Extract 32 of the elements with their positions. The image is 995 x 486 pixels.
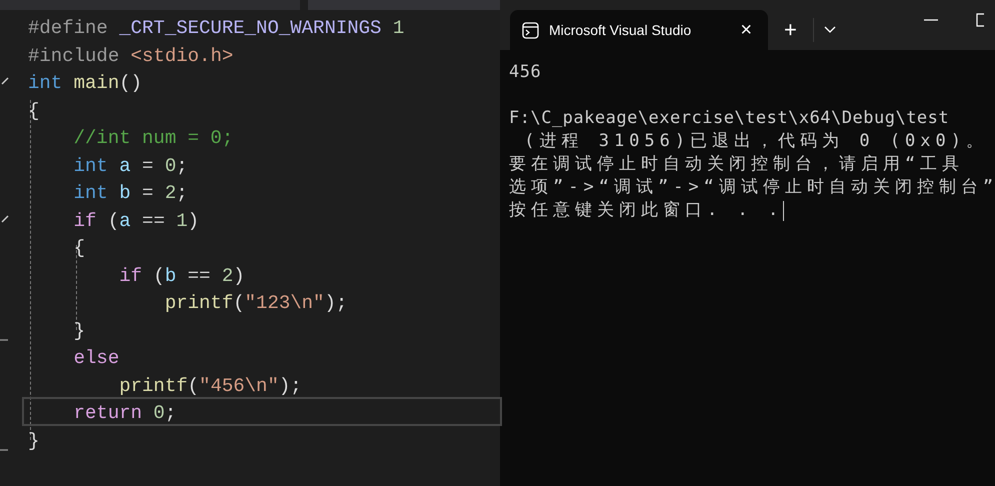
code-line: int b = 2; [72,181,189,206]
code-line: int main() [27,71,144,96]
close-tab-button[interactable]: × [736,20,756,40]
console-line: F:\C_pakeage\exercise\test\x64\Debug\test [509,107,950,130]
tab-title: Microsoft Visual Studio [549,20,692,40]
code-line: #include <stdio.h> [27,44,234,68]
new-tab-button[interactable]: + [768,19,813,41]
console-line: 456 [509,61,542,84]
code-line: if (a == 1) [72,208,200,233]
collapse-icon[interactable] [1,77,9,85]
code-line: #define _CRT_SECURE_NO_WARNINGS 1 [27,16,406,40]
console-icon [522,22,539,38]
code-line: else [72,346,120,370]
console-line: (进程 31056)已退出，代码为 0 (0x0)。 [523,130,988,153]
code-line: printf("123\n"); [164,291,348,316]
text-cursor [783,200,784,220]
code-line: { [27,98,40,123]
code-line: printf("456\n"); [118,374,303,398]
console-line: 按任意键关闭此窗口. . . [509,199,784,222]
collapse-icon[interactable] [1,214,9,222]
terminal-tab[interactable]: Microsoft Visual Studio × [510,10,768,50]
chevron-down-icon[interactable] [824,26,836,34]
code-line: //int num = 0; [72,126,234,150]
minimize-icon[interactable] [924,19,938,21]
code-line: } [72,318,86,343]
code-line: int a = 0; [72,154,189,178]
console-line: 要在调试停止时自动关闭控制台，请启用“工具 [509,153,964,176]
code-line: { [72,236,86,260]
maximize-icon[interactable] [976,13,984,27]
code-line: if (b == 2) [118,264,246,288]
console-line: 选项”->“调试”->“调试停止时自动关闭控制台” [509,176,995,199]
code-line: } [27,428,40,453]
